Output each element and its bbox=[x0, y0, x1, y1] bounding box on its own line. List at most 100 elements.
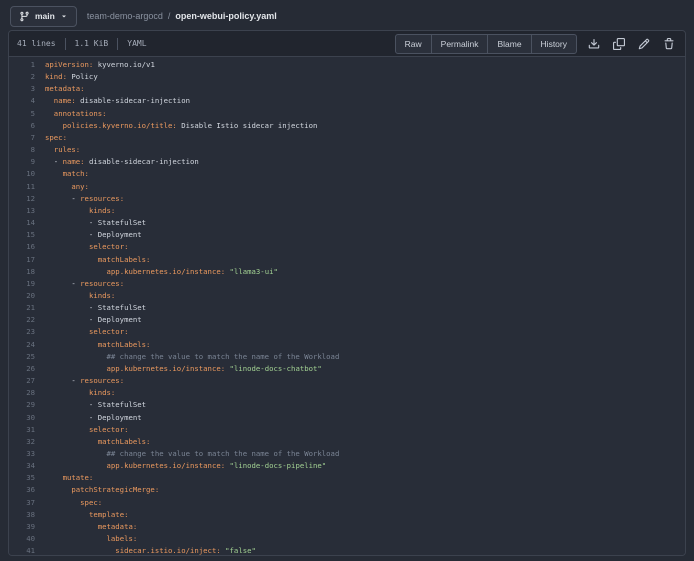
code-line: 3metadata: bbox=[9, 83, 685, 95]
line-number[interactable]: 40 bbox=[9, 533, 35, 545]
code-line: 6 policies.kyverno.io/title: Disable Ist… bbox=[9, 120, 685, 132]
line-number[interactable]: 36 bbox=[9, 484, 35, 496]
line-number[interactable]: 37 bbox=[9, 497, 35, 509]
code-text: kinds: bbox=[35, 387, 115, 399]
code-text: ## change the value to match the name of… bbox=[35, 448, 339, 460]
code-text: matchLabels: bbox=[35, 254, 150, 266]
code-text: annotations: bbox=[35, 108, 107, 120]
blame-button[interactable]: Blame bbox=[487, 34, 531, 54]
delete-button[interactable] bbox=[661, 36, 677, 52]
line-number[interactable]: 29 bbox=[9, 399, 35, 411]
download-button[interactable] bbox=[586, 36, 602, 52]
code-text: ## change the value to match the name of… bbox=[35, 351, 339, 363]
code-area: 1apiVersion: kyverno.io/v12kind: Policy3… bbox=[9, 57, 685, 555]
line-number[interactable]: 26 bbox=[9, 363, 35, 375]
line-number[interactable]: 23 bbox=[9, 326, 35, 338]
line-number[interactable]: 14 bbox=[9, 217, 35, 229]
line-number[interactable]: 21 bbox=[9, 302, 35, 314]
line-number[interactable]: 8 bbox=[9, 144, 35, 156]
line-number[interactable]: 1 bbox=[9, 59, 35, 71]
code-line: 17 matchLabels: bbox=[9, 254, 685, 266]
code-line: 24 matchLabels: bbox=[9, 339, 685, 351]
line-number[interactable]: 34 bbox=[9, 460, 35, 472]
code-line: 4 name: disable-sidecar-injection bbox=[9, 95, 685, 107]
code-line: 5 annotations: bbox=[9, 108, 685, 120]
breadcrumb-repo-link[interactable]: team-demo-argocd bbox=[87, 11, 163, 21]
code-text: metadata: bbox=[35, 83, 85, 95]
meta-divider bbox=[117, 38, 118, 50]
code-text: selector: bbox=[35, 241, 128, 253]
line-number[interactable]: 27 bbox=[9, 375, 35, 387]
copy-icon bbox=[613, 38, 625, 50]
line-number[interactable]: 17 bbox=[9, 254, 35, 266]
code-line: 14 - StatefulSet bbox=[9, 217, 685, 229]
line-number[interactable]: 31 bbox=[9, 424, 35, 436]
meta-divider bbox=[65, 38, 66, 50]
line-number[interactable]: 28 bbox=[9, 387, 35, 399]
line-number[interactable]: 3 bbox=[9, 83, 35, 95]
line-number[interactable]: 35 bbox=[9, 472, 35, 484]
code-line: 15 - Deployment bbox=[9, 229, 685, 241]
code-text: - StatefulSet bbox=[35, 302, 146, 314]
line-number[interactable]: 20 bbox=[9, 290, 35, 302]
line-number[interactable]: 19 bbox=[9, 278, 35, 290]
code-line: 39 metadata: bbox=[9, 521, 685, 533]
file-size: 1.1 KiB bbox=[75, 39, 109, 48]
line-number[interactable]: 30 bbox=[9, 412, 35, 424]
file-view-panel: 41 lines 1.1 KiB YAML Raw Permalink Blam… bbox=[8, 30, 686, 556]
line-number[interactable]: 22 bbox=[9, 314, 35, 326]
breadcrumb-filename: open-webui-policy.yaml bbox=[175, 11, 276, 21]
line-number[interactable]: 15 bbox=[9, 229, 35, 241]
code-text: kinds: bbox=[35, 205, 115, 217]
line-number[interactable]: 41 bbox=[9, 545, 35, 555]
line-number[interactable]: 9 bbox=[9, 156, 35, 168]
line-number[interactable]: 10 bbox=[9, 168, 35, 180]
code-text: selector: bbox=[35, 424, 128, 436]
code-text: - Deployment bbox=[35, 229, 142, 241]
line-number[interactable]: 4 bbox=[9, 95, 35, 107]
code-text: sidecar.istio.io/inject: "false" bbox=[35, 545, 256, 555]
trash-icon bbox=[663, 38, 675, 50]
code-line: 10 match: bbox=[9, 168, 685, 180]
code-line: 41 sidecar.istio.io/inject: "false" bbox=[9, 545, 685, 555]
code-text: matchLabels: bbox=[35, 436, 150, 448]
branch-selector[interactable]: main bbox=[10, 6, 77, 27]
line-number[interactable]: 24 bbox=[9, 339, 35, 351]
code-text: app.kubernetes.io/instance: "linode-docs… bbox=[35, 363, 322, 375]
line-number[interactable]: 18 bbox=[9, 266, 35, 278]
code-line: 33 ## change the value to match the name… bbox=[9, 448, 685, 460]
code-text: - resources: bbox=[35, 278, 124, 290]
raw-button[interactable]: Raw bbox=[395, 34, 432, 54]
history-button[interactable]: History bbox=[531, 34, 577, 54]
line-number[interactable]: 6 bbox=[9, 120, 35, 132]
git-branch-icon bbox=[19, 11, 30, 22]
code-line: 32 matchLabels: bbox=[9, 436, 685, 448]
code-line: 26 app.kubernetes.io/instance: "linode-d… bbox=[9, 363, 685, 375]
file-header: 41 lines 1.1 KiB YAML Raw Permalink Blam… bbox=[9, 31, 685, 57]
code-text: spec: bbox=[35, 497, 102, 509]
code-line: 2kind: Policy bbox=[9, 71, 685, 83]
code-line: 25 ## change the value to match the name… bbox=[9, 351, 685, 363]
permalink-button[interactable]: Permalink bbox=[431, 34, 489, 54]
code-text: spec: bbox=[35, 132, 67, 144]
line-number[interactable]: 13 bbox=[9, 205, 35, 217]
code-text: - resources: bbox=[35, 193, 124, 205]
line-number[interactable]: 32 bbox=[9, 436, 35, 448]
line-number[interactable]: 12 bbox=[9, 193, 35, 205]
line-number[interactable]: 2 bbox=[9, 71, 35, 83]
code-line: 40 labels: bbox=[9, 533, 685, 545]
edit-button[interactable] bbox=[636, 36, 652, 52]
code-line: 30 - Deployment bbox=[9, 412, 685, 424]
code-line: 37 spec: bbox=[9, 497, 685, 509]
code-line: 38 template: bbox=[9, 509, 685, 521]
code-line: 23 selector: bbox=[9, 326, 685, 338]
line-number[interactable]: 11 bbox=[9, 181, 35, 193]
line-number[interactable]: 7 bbox=[9, 132, 35, 144]
line-number[interactable]: 16 bbox=[9, 241, 35, 253]
line-number[interactable]: 39 bbox=[9, 521, 35, 533]
copy-button[interactable] bbox=[611, 36, 627, 52]
line-number[interactable]: 5 bbox=[9, 108, 35, 120]
line-number[interactable]: 38 bbox=[9, 509, 35, 521]
line-number[interactable]: 33 bbox=[9, 448, 35, 460]
line-number[interactable]: 25 bbox=[9, 351, 35, 363]
